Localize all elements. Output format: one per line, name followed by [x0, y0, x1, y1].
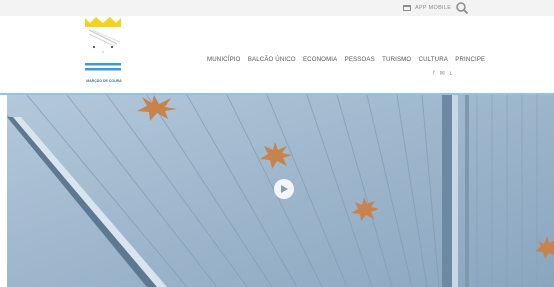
nav-item-turismo[interactable]: TURISMO: [382, 56, 411, 63]
search-icon[interactable]: [455, 1, 469, 15]
nav-item-pessoas[interactable]: PESSOAS: [345, 56, 375, 63]
nav-item-principe[interactable]: PRINCIPE: [455, 56, 485, 63]
nav-item-cultura[interactable]: CULTURA: [419, 56, 448, 63]
mobile-app-icon: [403, 5, 411, 11]
main-navigation: MUNICÍPIO BALCÃO ÚNICO ECONOMIA PESSOAS …: [207, 56, 493, 63]
play-icon: [281, 185, 288, 193]
email-icon[interactable]: ✉: [440, 70, 445, 77]
nav-item-balcao-unico[interactable]: BALCÃO ÚNICO: [248, 56, 296, 63]
app-mobile-link[interactable]: APP MOBILE: [403, 1, 451, 15]
app-mobile-label: APP MOBILE: [415, 5, 452, 11]
rss-icon[interactable]: ʟ: [450, 71, 452, 77]
site-header: MARÇÃO DE COURA MUNICÍPIO BALCÃO ÚNICO E…: [0, 16, 554, 93]
hero-video[interactable]: [7, 95, 554, 287]
top-utility-bar: APP MOBILE: [0, 0, 554, 16]
facebook-icon[interactable]: f: [433, 71, 435, 77]
logo-text: MARÇÃO DE COURA: [86, 79, 122, 83]
social-links: f ✉ ʟ: [433, 70, 452, 78]
municipality-logo[interactable]: [84, 16, 122, 76]
play-button[interactable]: [274, 179, 294, 199]
nav-item-municipio[interactable]: MUNICÍPIO: [207, 56, 241, 63]
nav-item-economia[interactable]: ECONOMIA: [303, 56, 337, 63]
